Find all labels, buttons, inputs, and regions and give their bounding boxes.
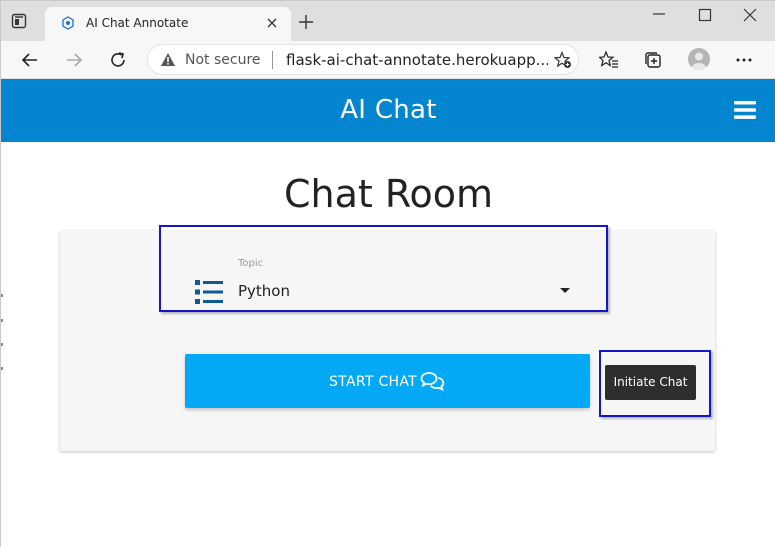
- favicon: [62, 16, 74, 30]
- favorite-add-icon[interactable]: [554, 51, 572, 69]
- tab-title: AI Chat Annotate: [86, 16, 189, 30]
- back-icon[interactable]: [20, 50, 40, 70]
- address-bar[interactable]: Not secure flask-ai-chat-annotate.heroku…: [147, 44, 579, 75]
- chat-icon: [420, 372, 445, 391]
- app-brand[interactable]: AI Chat: [1, 95, 775, 125]
- browser-toolbar: Not secure flask-ai-chat-annotate.heroku…: [1, 41, 775, 79]
- edge-ticks: [1, 294, 3, 370]
- topic-highlight-box: [159, 225, 608, 312]
- warning-icon[interactable]: [160, 52, 176, 68]
- not-secure-label[interactable]: Not secure: [185, 52, 261, 68]
- tab-actions-icon[interactable]: [11, 13, 27, 29]
- favorites-icon[interactable]: [599, 50, 619, 70]
- browser-tab[interactable]: AI Chat Annotate: [45, 7, 291, 41]
- forward-icon: [67, 53, 83, 67]
- left-edge-marks: [1, 294, 3, 394]
- address-separator: [272, 51, 273, 69]
- collections-icon[interactable]: [643, 50, 663, 70]
- url-text[interactable]: flask-ai-chat-annotate.herokuapp....: [286, 51, 548, 69]
- start-chat-button[interactable]: START CHAT: [185, 354, 590, 408]
- more-icon[interactable]: [734, 50, 754, 70]
- avatar[interactable]: [688, 48, 710, 70]
- start-chat-label: START CHAT: [329, 374, 417, 390]
- maximize-icon[interactable]: [698, 8, 712, 22]
- tooltip-highlight-box: [599, 350, 711, 417]
- refresh-icon[interactable]: [108, 50, 128, 70]
- window-close-icon[interactable]: [743, 8, 757, 22]
- web-page: AI Chat Chat Room Topic Python START CHA…: [1, 79, 775, 547]
- close-icon[interactable]: [264, 15, 280, 31]
- tab-strip: AI Chat Annotate: [1, 1, 775, 41]
- app-bar: AI Chat: [1, 79, 775, 142]
- plus-icon[interactable]: [298, 14, 314, 30]
- minimize-icon[interactable]: [652, 13, 666, 27]
- browser-window: AI Chat Annotate Not secure flask-ai-cha…: [0, 0, 775, 547]
- page-title: Chat Room: [283, 172, 494, 216]
- user-icon: [691, 52, 707, 70]
- hamburger-icon[interactable]: [734, 100, 756, 120]
